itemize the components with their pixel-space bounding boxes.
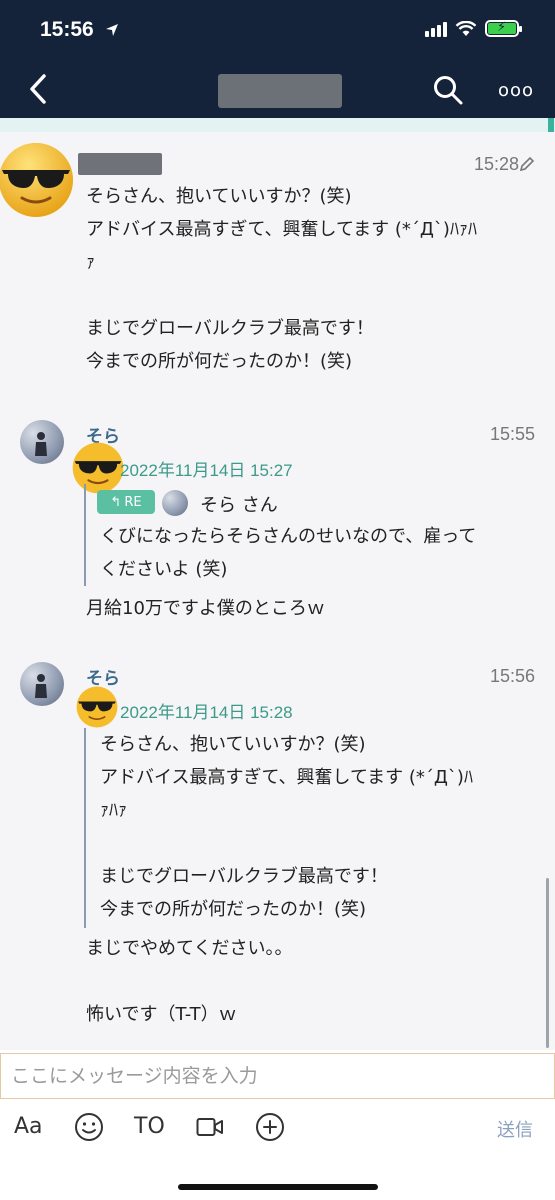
- scroll-marker: [548, 118, 554, 132]
- wifi-icon: [455, 20, 477, 36]
- location-arrow-icon: [106, 24, 118, 36]
- top-bar: 15:56 ⚡ ooo: [0, 0, 555, 118]
- message-3: そら 15:56 2022年11月14日 15:28 そらさん、抱いていいすか？…: [0, 652, 555, 1042]
- search-icon[interactable]: [432, 74, 464, 106]
- text-format-button[interactable]: Aa: [14, 1114, 43, 1139]
- person-silhouette-icon: [35, 432, 47, 456]
- to-name: そら さん: [200, 495, 278, 516]
- add-icon[interactable]: [255, 1112, 285, 1142]
- quote-date: 2022年11月14日 15:27: [120, 461, 293, 480]
- sunglasses-emoji-icon: [72, 442, 124, 494]
- sunglasses-emoji-icon: [76, 686, 118, 728]
- message-input-wrapper: [0, 1053, 555, 1099]
- emoji-icon[interactable]: [74, 1112, 104, 1142]
- scrollbar[interactable]: [546, 878, 549, 1048]
- battery-icon: ⚡: [485, 20, 522, 37]
- message-body: そらさん、抱いていいすか？(笑) アドバイス最高すぎて、興奮してます (*´Д`…: [86, 186, 477, 372]
- message-input[interactable]: [1, 1054, 554, 1098]
- message-time: 15:56: [489, 666, 535, 686]
- reply-badge[interactable]: ↰ RE: [97, 490, 155, 514]
- home-indicator: [178, 1184, 378, 1190]
- sora-avatar[interactable]: [20, 662, 64, 706]
- more-menu-button[interactable]: ooo: [498, 80, 534, 101]
- message-1: 15:28 そらさん、抱いていいすか？(笑) アドバイス最高すぎて、興奮してます…: [0, 140, 555, 400]
- message-time: 15:28: [473, 154, 519, 174]
- to-avatar: [162, 490, 188, 516]
- sunglasses-emoji-avatar-icon[interactable]: [0, 142, 74, 218]
- chat-title-redacted: [218, 74, 342, 108]
- quote-bar: [84, 484, 86, 586]
- reply-arrow-icon: ↰: [110, 494, 122, 510]
- status-time: 15:56: [40, 18, 94, 41]
- teal-strip: [0, 118, 555, 132]
- cellular-signal-icon: [425, 21, 447, 37]
- sender-name-redacted: [78, 153, 162, 175]
- sora-avatar[interactable]: [20, 420, 64, 464]
- send-button[interactable]: 送信: [497, 1116, 533, 1142]
- to-button[interactable]: TO: [134, 1114, 165, 1139]
- quote-bar: [84, 728, 86, 928]
- message-body: 月給10万ですよ僕のところｗ: [86, 598, 325, 619]
- message-2: そら 15:55 2022年11月14日 15:27 ↰ RE そら さん くび…: [0, 410, 555, 640]
- quote-text: くびになったらそらさんのせいなので、雇って くださいよ (笑): [100, 526, 477, 580]
- pencil-icon[interactable]: [519, 156, 535, 172]
- reply-badge-label: RE: [124, 494, 142, 510]
- quote-date: 2022年11月14日 15:28: [120, 703, 293, 722]
- chevron-left-icon[interactable]: [26, 72, 54, 106]
- message-body: まじでやめてください。。 怖いです（T-T）ｗ: [86, 938, 293, 1025]
- status-indicators: ⚡: [425, 20, 522, 37]
- message-time: 15:55: [489, 424, 535, 444]
- person-silhouette-icon: [35, 674, 47, 698]
- video-camera-icon[interactable]: [196, 1116, 224, 1138]
- quote-text: そらさん、抱いていいすか？(笑) アドバイス最高すぎて、興奮してます (*´Д`…: [100, 734, 473, 920]
